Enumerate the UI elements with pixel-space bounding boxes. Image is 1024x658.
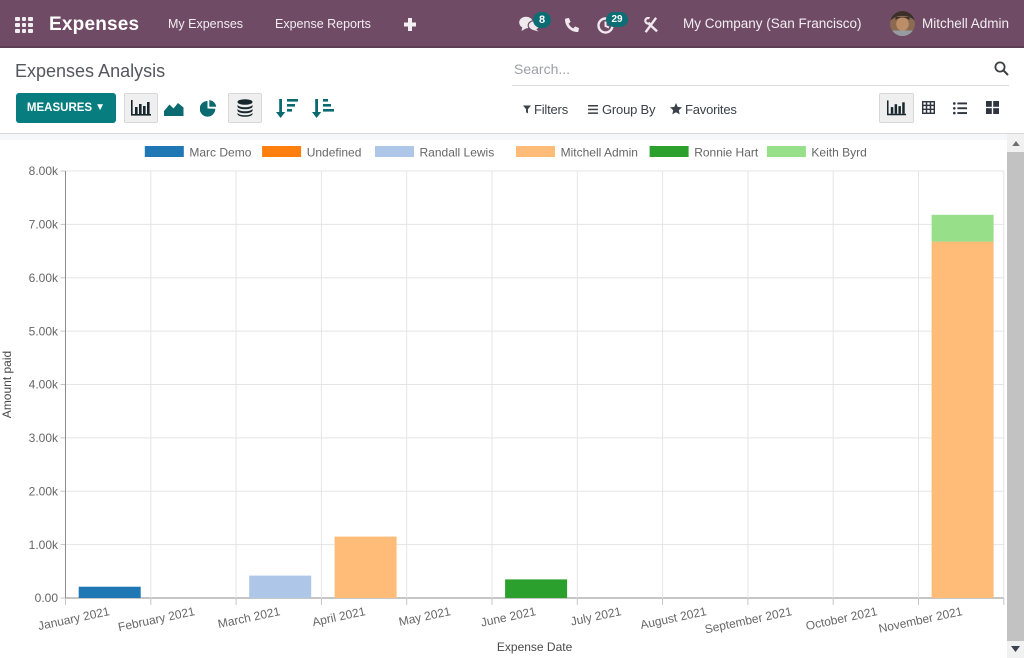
svg-text:4.00k: 4.00k <box>29 378 59 392</box>
svg-text:Randall Lewis: Randall Lewis <box>420 146 495 160</box>
svg-text:Ronnie Hart: Ronnie Hart <box>694 146 759 160</box>
svg-text:6.00k: 6.00k <box>29 271 59 285</box>
svg-text:Mitchell Admin: Mitchell Admin <box>561 146 638 160</box>
svg-text:January 2021: January 2021 <box>37 604 111 633</box>
svg-text:March 2021: March 2021 <box>217 604 282 631</box>
svg-text:May 2021: May 2021 <box>397 604 452 629</box>
svg-text:February 2021: February 2021 <box>117 604 197 634</box>
svg-text:0.00: 0.00 <box>35 591 59 605</box>
svg-text:8.00k: 8.00k <box>29 164 59 178</box>
svg-text:Undefined: Undefined <box>307 146 362 160</box>
svg-text:April 2021: April 2021 <box>311 604 367 629</box>
svg-text:June 2021: June 2021 <box>479 604 537 629</box>
svg-text:October 2021: October 2021 <box>804 604 878 633</box>
svg-text:November 2021: November 2021 <box>877 604 964 636</box>
svg-text:Amount paid: Amount paid <box>0 351 14 418</box>
svg-text:Keith Byrd: Keith Byrd <box>811 146 866 160</box>
svg-text:Expense Date: Expense Date <box>497 640 573 654</box>
svg-text:7.00k: 7.00k <box>29 218 59 232</box>
svg-text:September 2021: September 2021 <box>703 604 793 636</box>
svg-text:August 2021: August 2021 <box>639 604 708 632</box>
svg-text:July 2021: July 2021 <box>569 604 622 628</box>
svg-text:1.00k: 1.00k <box>29 538 59 552</box>
svg-text:5.00k: 5.00k <box>29 324 59 338</box>
svg-text:3.00k: 3.00k <box>29 431 59 445</box>
svg-text:Marc Demo: Marc Demo <box>189 146 251 160</box>
svg-text:2.00k: 2.00k <box>29 484 59 498</box>
